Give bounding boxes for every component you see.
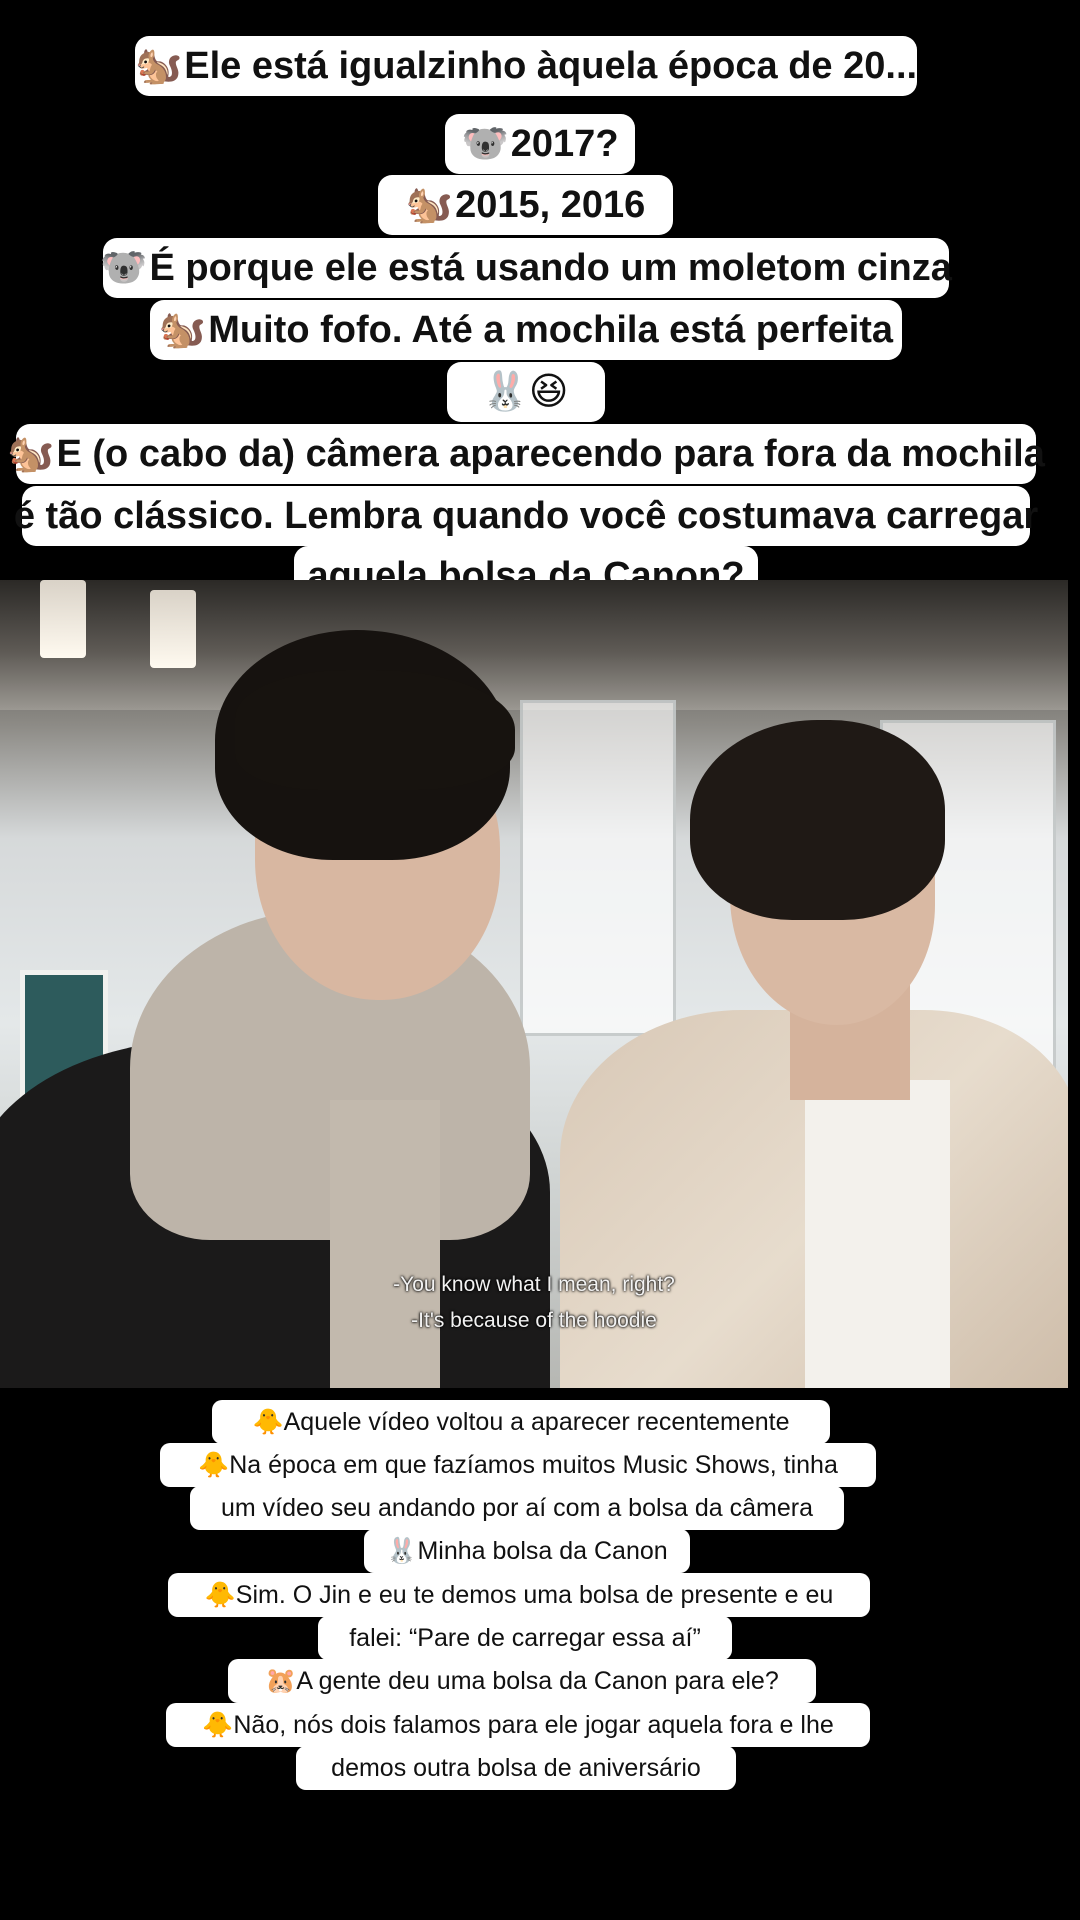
caption-text: A gente deu uma bolsa da Canon para ele? [296, 1666, 779, 1695]
bottom-caption-1: 🐥 Aquele vídeo voltou a aparecer recentem… [212, 1400, 830, 1444]
ceiling-lamp [40, 580, 86, 658]
chick-icon: 🐥 [202, 1710, 234, 1739]
caption-text: E (o cabo da) câmera aparecendo para for… [56, 433, 1045, 475]
bottom-caption-4: 🐰 Minha bolsa da Canon [364, 1529, 690, 1573]
squirrel-icon: 🐿️ [405, 184, 454, 226]
caption-text: 2017? [510, 123, 619, 165]
screen: 🐿️ Ele está igualzinho àquela época de 20… [0, 0, 1080, 1920]
chick-icon: 🐥 [252, 1407, 284, 1436]
ceiling-lamp [150, 590, 196, 668]
caption-text: demos outra bolsa de aniversário [331, 1753, 701, 1782]
caption-text: Não, nós dois falamos para ele jogar aqu… [233, 1710, 834, 1739]
caption-line-8: é tão clássico. Lembra quando você costu… [14, 486, 1038, 546]
koala-icon: 🐨 [100, 247, 148, 289]
person-shirt [330, 1100, 440, 1388]
caption-line-3: 🐿️ 2015, 2016 [378, 175, 673, 235]
caption-text: Na época em que fazíamos muitos Music Sh… [229, 1450, 838, 1479]
caption-text: Sim. O Jin e eu te demos uma bolsa de pr… [235, 1580, 834, 1609]
rabbit-laughing-icon: 🐰😆 [481, 371, 569, 413]
bottom-caption-5: 🐥 Sim. O Jin e eu te demos uma bolsa de p… [168, 1573, 870, 1617]
person-shirt [805, 1080, 950, 1388]
chick-icon: 🐥 [198, 1450, 230, 1479]
squirrel-icon: 🐿️ [158, 309, 207, 351]
caption-line-7: 🐿️ E (o cabo da) câmera aparecendo para f… [7, 424, 1045, 484]
bottom-caption-6: falei: “Pare de carregar essa aí” [318, 1616, 732, 1660]
rabbit-icon: 🐰 [386, 1536, 418, 1565]
squirrel-icon: 🐿️ [7, 433, 55, 475]
bottom-caption-8: 🐥 Não, nós dois falamos para ele jogar aq… [166, 1703, 870, 1747]
video-frame[interactable]: -You know what I mean, right? -It's beca… [0, 580, 1068, 1388]
bottom-caption-2: 🐥 Na época em que fazíamos muitos Music S… [160, 1443, 876, 1487]
caption-text: É porque ele está usando um moletom cinz… [149, 247, 952, 289]
squirrel-icon: 🐿️ [134, 45, 183, 87]
caption-text: Minha bolsa da Canon [417, 1536, 668, 1565]
caption-line-4: 🐨 É porque ele está usando um moletom cin… [100, 238, 952, 298]
caption-text: Aquele vídeo voltou a aparecer recenteme… [283, 1407, 790, 1436]
caption-text: 2015, 2016 [455, 184, 646, 226]
person-hair [690, 720, 945, 920]
bottom-caption-7: 🐹 A gente deu uma bolsa da Canon para ele… [228, 1659, 816, 1703]
caption-line-2: 🐨 2017? [445, 114, 635, 174]
caption-text: Muito fofo. Até a mochila está perfeita [208, 309, 894, 351]
koala-icon: 🐨 [461, 123, 509, 165]
hamster-icon: 🐹 [265, 1666, 297, 1695]
caption-line-6: 🐰😆 [447, 362, 605, 422]
bottom-caption-3: um vídeo seu andando por aí com a bolsa … [190, 1486, 844, 1530]
window [520, 700, 676, 1036]
caption-line-1: 🐿️ Ele está igualzinho àquela época de 20… [135, 36, 917, 96]
caption-text: é tão clássico. Lembra quando você costu… [13, 495, 1039, 537]
caption-text: um vídeo seu andando por aí com a bolsa … [220, 1493, 814, 1522]
bottom-caption-9: demos outra bolsa de aniversário [296, 1746, 736, 1790]
person-fringe [235, 670, 515, 790]
caption-text: Ele está igualzinho àquela época de 20..… [184, 45, 918, 87]
chick-icon: 🐥 [204, 1580, 236, 1609]
video-subtitle-line-2: -It's because of the hoodie [411, 1309, 657, 1332]
caption-text: falei: “Pare de carregar essa aí” [349, 1623, 701, 1652]
video-subtitle-line-1: -You know what I mean, right? [393, 1273, 675, 1296]
caption-line-5: 🐿️ Muito fofo. Até a mochila está perfeit… [150, 300, 902, 360]
